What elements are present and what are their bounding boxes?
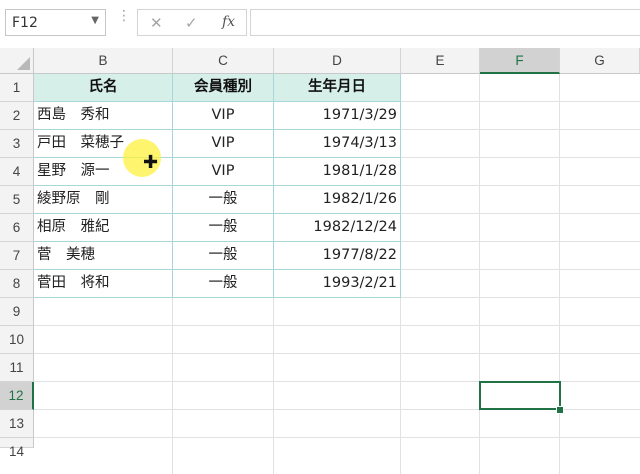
column-header-b[interactable]: B xyxy=(34,48,173,74)
table-cell-name[interactable]: 菅田 将和 xyxy=(34,270,173,298)
table-cell-name[interactable]: 綾野原 剛 xyxy=(34,186,173,214)
row-header-12[interactable]: 12 xyxy=(0,382,34,410)
column-header-d[interactable]: D xyxy=(274,48,401,74)
table-cell-birthdate[interactable]: 1977/8/22 xyxy=(274,242,401,270)
table-cell-name[interactable]: 相原 雅紀 xyxy=(34,214,173,242)
drag-handle-icon[interactable]: ⋮ xyxy=(117,9,131,23)
row-header-10[interactable]: 10 xyxy=(0,326,34,354)
column-header-g[interactable]: G xyxy=(560,48,640,74)
table-cell-birthdate[interactable]: 1982/12/24 xyxy=(274,214,401,242)
table-header-member-type[interactable]: 会員種別 xyxy=(173,74,274,102)
formula-input[interactable] xyxy=(250,9,640,36)
table-cell-birthdate[interactable]: 1981/1/28 xyxy=(274,158,401,186)
table-header-birthdate[interactable]: 生年月日 xyxy=(274,74,401,102)
row-header-9[interactable]: 9 xyxy=(0,298,34,326)
formula-buttons: ✕ ✓ fx xyxy=(137,9,247,36)
selected-cell-f12[interactable] xyxy=(479,381,561,410)
row-header-4[interactable]: 4 xyxy=(0,158,34,186)
table-header-name[interactable]: 氏名 xyxy=(34,74,173,102)
table-cell-member-type[interactable]: VIP xyxy=(173,130,274,158)
chevron-down-icon[interactable]: ▼ xyxy=(91,15,99,26)
row-header-5[interactable]: 5 xyxy=(0,186,34,214)
column-header-e[interactable]: E xyxy=(401,48,480,74)
gridline xyxy=(479,74,480,474)
gridline xyxy=(559,74,560,474)
column-header-c[interactable]: C xyxy=(173,48,274,74)
name-box-value: F12 xyxy=(12,15,38,31)
table-cell-member-type[interactable]: VIP xyxy=(173,158,274,186)
table-cell-birthdate[interactable]: 1993/2/21 xyxy=(274,270,401,298)
table-cell-birthdate[interactable]: 1974/3/13 xyxy=(274,130,401,158)
formula-bar: F12 ▼ ⋮ ✕ ✓ fx xyxy=(0,0,640,48)
row-header-11[interactable]: 11 xyxy=(0,354,34,382)
table-cell-name[interactable]: 西島 秀和 xyxy=(34,102,173,130)
table-cell-member-type[interactable]: 一般 xyxy=(173,270,274,298)
select-all-icon xyxy=(17,57,30,70)
gridline xyxy=(34,437,640,438)
row-header-8[interactable]: 8 xyxy=(0,270,34,298)
row-header-3[interactable]: 3 xyxy=(0,130,34,158)
row-header-1[interactable]: 1 xyxy=(0,74,34,102)
table-cell-name[interactable]: 菅 美穂 xyxy=(34,242,173,270)
row-header-2[interactable]: 2 xyxy=(0,102,34,130)
gridline xyxy=(34,325,640,326)
table-cell-member-type[interactable]: 一般 xyxy=(173,186,274,214)
row-header-7[interactable]: 7 xyxy=(0,242,34,270)
row-header-6[interactable]: 6 xyxy=(0,214,34,242)
cancel-icon[interactable]: ✕ xyxy=(150,14,163,32)
name-box[interactable]: F12 ▼ xyxy=(5,9,106,36)
cursor-plus-icon: ✚ xyxy=(143,152,159,173)
table-cell-member-type[interactable]: VIP xyxy=(173,102,274,130)
table-cell-birthdate[interactable]: 1971/3/29 xyxy=(274,102,401,130)
fill-handle[interactable] xyxy=(556,406,564,414)
select-all-button[interactable] xyxy=(0,48,34,74)
gridline xyxy=(34,353,640,354)
row-header-14[interactable]: 14 xyxy=(0,438,34,459)
enter-icon[interactable]: ✓ xyxy=(185,14,198,32)
insert-function-icon[interactable]: fx xyxy=(222,14,235,30)
row-header-13[interactable]: 13 xyxy=(0,410,34,438)
table-cell-member-type[interactable]: 一般 xyxy=(173,242,274,270)
column-header-f[interactable]: F xyxy=(480,48,560,74)
table-cell-member-type[interactable]: 一般 xyxy=(173,214,274,242)
table-cell-birthdate[interactable]: 1982/1/26 xyxy=(274,186,401,214)
